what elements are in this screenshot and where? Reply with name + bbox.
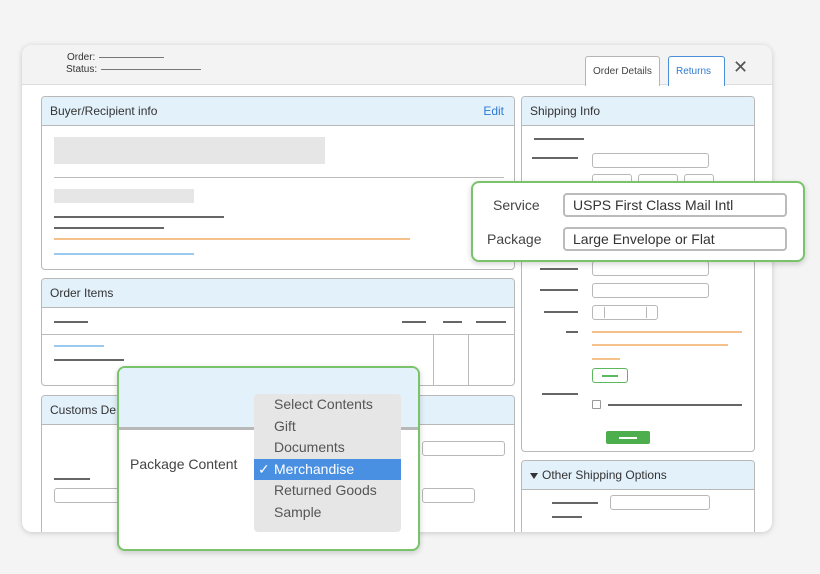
order-items-header: Order Items	[42, 279, 514, 308]
tab-order-details[interactable]: Order Details	[585, 56, 660, 86]
package-select[interactable]: Large Envelope or Flat	[563, 227, 787, 251]
shipping-label-line	[540, 268, 578, 270]
shipping-panel: Shipping Info	[521, 96, 755, 452]
field-divider	[604, 307, 605, 318]
dropdown-option[interactable]: Gift	[254, 416, 401, 438]
shipping-label-line	[540, 289, 578, 291]
dimensions-field[interactable]	[592, 305, 658, 320]
name-placeholder	[54, 137, 325, 164]
cell-divider	[468, 334, 469, 385]
apply-rate-button[interactable]	[592, 368, 628, 383]
tab-returns[interactable]: Returns	[668, 56, 725, 86]
address-placeholder	[54, 189, 194, 203]
order-items-title: Order Items	[50, 286, 114, 300]
shipping-field[interactable]	[592, 261, 709, 276]
column-header	[476, 321, 506, 323]
dropdown-option[interactable]: Select Contents	[254, 394, 401, 416]
column-header	[402, 321, 426, 323]
package-content-dropdown[interactable]: Select Contents Gift Documents ✓ Merchand…	[254, 394, 401, 532]
option-label-line	[608, 404, 742, 406]
close-icon[interactable]: ✕	[733, 58, 748, 76]
divider	[54, 177, 504, 178]
caret-down-icon	[530, 472, 538, 479]
customs-field[interactable]	[54, 488, 124, 503]
shipping-label-line	[532, 157, 578, 159]
shipping-label-line	[552, 502, 598, 504]
buyer-panel-header: Buyer/Recipient info Edit	[42, 97, 514, 126]
address-line	[54, 227, 164, 229]
shipping-label-line	[544, 311, 578, 313]
shipping-title: Shipping Info	[530, 104, 601, 118]
shipping-label-line	[566, 331, 578, 333]
status-label: Status:	[66, 64, 98, 75]
rate-line	[592, 331, 742, 333]
other-shipping-panel: Other Shipping Options	[521, 460, 755, 532]
other-shipping-title: Other Shipping Options	[542, 468, 667, 482]
email-link[interactable]	[54, 253, 194, 255]
column-header	[443, 321, 462, 323]
package-content-callout: Package Content Select Contents Gift Doc…	[117, 366, 420, 551]
service-callout: Service USPS First Class Mail Intl Packa…	[471, 181, 805, 262]
create-label-row	[522, 431, 754, 444]
dropdown-option[interactable]: Sample	[254, 502, 401, 524]
shipping-label-line	[542, 393, 578, 395]
other-shipping-header[interactable]: Other Shipping Options	[522, 461, 754, 490]
package-label: Package	[487, 231, 542, 247]
status-meta: Status:	[66, 64, 202, 75]
dropdown-option-selected[interactable]: ✓ Merchandise	[254, 458, 401, 480]
other-shipping-field[interactable]	[610, 495, 710, 510]
selected-option-label: Merchandise	[274, 460, 355, 477]
customs-title: Customs De	[50, 403, 117, 417]
field-divider	[646, 307, 647, 318]
rate-line	[592, 344, 728, 346]
create-label-button[interactable]	[606, 431, 650, 444]
shipping-field[interactable]	[592, 283, 709, 298]
order-label: Order:	[67, 52, 96, 63]
buyer-panel-title: Buyer/Recipient info	[50, 104, 158, 118]
package-content-label: Package Content	[130, 456, 238, 472]
service-select[interactable]: USPS First Class Mail Intl	[563, 193, 787, 217]
edit-link[interactable]: Edit	[483, 97, 504, 126]
ship-from-field[interactable]	[592, 153, 709, 168]
dropdown-option[interactable]: Returned Goods	[254, 480, 401, 502]
shipping-label-line	[534, 138, 584, 140]
column-header	[54, 321, 88, 323]
order-meta: Order:	[67, 52, 165, 63]
buyer-panel: Buyer/Recipient info Edit	[41, 96, 515, 270]
dropdown-option[interactable]: Documents	[254, 437, 401, 459]
item-link[interactable]	[54, 345, 104, 347]
item-line	[54, 359, 124, 361]
customs-label-line	[54, 478, 90, 480]
cell-divider	[433, 334, 434, 385]
option-checkbox[interactable]	[592, 400, 601, 409]
shipping-label-line	[552, 516, 582, 518]
order-header: Order: Status: Order Details Returns ✕	[22, 45, 772, 86]
service-label: Service	[493, 197, 540, 213]
address-line-highlight	[54, 238, 410, 240]
customs-field[interactable]	[422, 488, 475, 503]
address-line	[54, 216, 224, 218]
shipping-header: Shipping Info	[522, 97, 754, 126]
rate-line	[592, 358, 620, 360]
customs-field[interactable]	[422, 441, 505, 456]
checkmark-icon: ✓	[258, 460, 270, 477]
row-divider	[42, 334, 514, 335]
